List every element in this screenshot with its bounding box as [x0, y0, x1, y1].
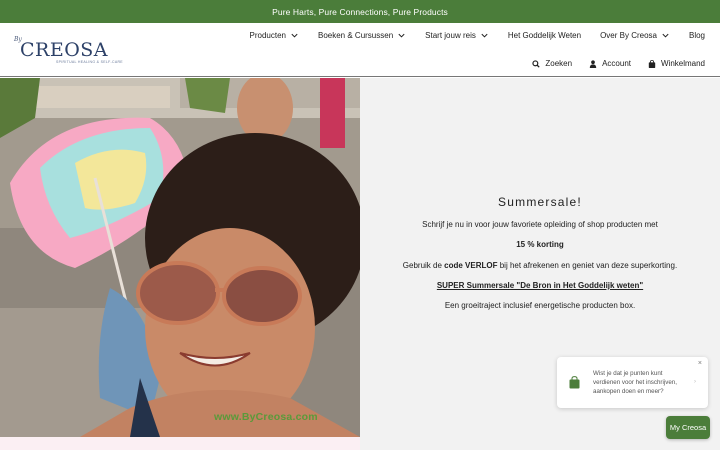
nav-item-start-jouw-reis[interactable]: Start jouw reis: [425, 31, 489, 40]
chevron-down-icon: [481, 33, 488, 38]
user-icon: [589, 59, 597, 68]
close-icon[interactable]: ×: [698, 360, 702, 367]
hero-photo: www.ByCreosa.com: [0, 78, 360, 437]
my-creosa-button[interactable]: My Creosa: [666, 416, 710, 439]
promo-discount: 15 % korting: [516, 240, 564, 249]
logo[interactable]: By CREOSA SPIRITUAL HEALING & SELF-CARE: [14, 36, 123, 66]
promo-code-post: bij het afrekenen en geniet van deze sup…: [497, 261, 678, 270]
arrow-icon: ›: [694, 379, 696, 385]
utility-nav: Zoeken Account Winkelmand: [532, 59, 705, 68]
promo-code: code VERLOF: [444, 261, 498, 270]
nav-item-label: Producten: [249, 31, 286, 40]
promo-heading: Summersale!: [498, 195, 582, 209]
photo-watermark: www.ByCreosa.com: [214, 411, 318, 423]
nav-item-label: Blog: [688, 31, 705, 40]
search-label: Zoeken: [545, 59, 573, 68]
logo-name: CREOSA: [20, 39, 109, 61]
nav-item-goddelijk-weten[interactable]: Het Goddelijk Weten: [508, 31, 581, 40]
shopping-bag-icon: [648, 59, 656, 68]
logo-tagline: SPIRITUAL HEALING & SELF-CARE: [56, 60, 123, 64]
rewards-popup[interactable]: × Wist je dat je punten kunt verdienen v…: [557, 357, 708, 408]
search-icon: [532, 59, 541, 68]
beach-selfie-image: [0, 78, 360, 437]
promo-code-pre: Gebruik de: [402, 261, 445, 270]
announcement-text: Pure Harts, Pure Connections, Pure Produ…: [272, 6, 448, 17]
search-button[interactable]: Zoeken: [532, 59, 572, 68]
chevron-down-icon: [398, 33, 405, 38]
promo-link[interactable]: SUPER Summersale "De Bron in Het Goddeli…: [360, 281, 720, 290]
nav-item-label: Start jouw reis: [425, 31, 476, 40]
promo-intro: Schrijf je nu in voor jouw favoriete opl…: [422, 220, 658, 229]
chevron-down-icon: [662, 33, 669, 38]
main-nav: Producten Boeken & Cursussen Start jouw …: [250, 31, 705, 40]
account-button[interactable]: Account: [589, 59, 631, 68]
cart-button[interactable]: Winkelmand: [648, 59, 705, 68]
nav-item-blog[interactable]: Blog: [689, 31, 705, 40]
nav-item-label: Boeken & Cursussen: [318, 31, 394, 40]
cart-label: Winkelmand: [660, 59, 705, 68]
announcement-bar: Pure Harts, Pure Connections, Pure Produ…: [0, 0, 720, 23]
chevron-down-icon: [291, 33, 298, 38]
site-header: By CREOSA SPIRITUAL HEALING & SELF-CARE …: [0, 23, 720, 77]
nav-item-boeken[interactable]: Boeken & Cursussen: [318, 31, 406, 40]
nav-item-label: Het Goddelijk Weten: [507, 31, 582, 40]
promo-code-line: Gebruik de code VERLOF bij het afrekenen…: [360, 261, 720, 270]
nav-item-over-by-creosa[interactable]: Over By Creosa: [600, 31, 670, 40]
account-label: Account: [602, 59, 631, 68]
nav-item-producten[interactable]: Producten: [250, 31, 299, 40]
pink-strip: [0, 437, 360, 450]
rewards-popup-text: Wist je dat je punten kunt verdienen voo…: [593, 370, 677, 395]
nav-item-label: Over By Creosa: [600, 31, 657, 40]
promo-description: Een groeitraject inclusief energetische …: [444, 301, 636, 310]
shopping-bag-icon: [569, 376, 580, 389]
